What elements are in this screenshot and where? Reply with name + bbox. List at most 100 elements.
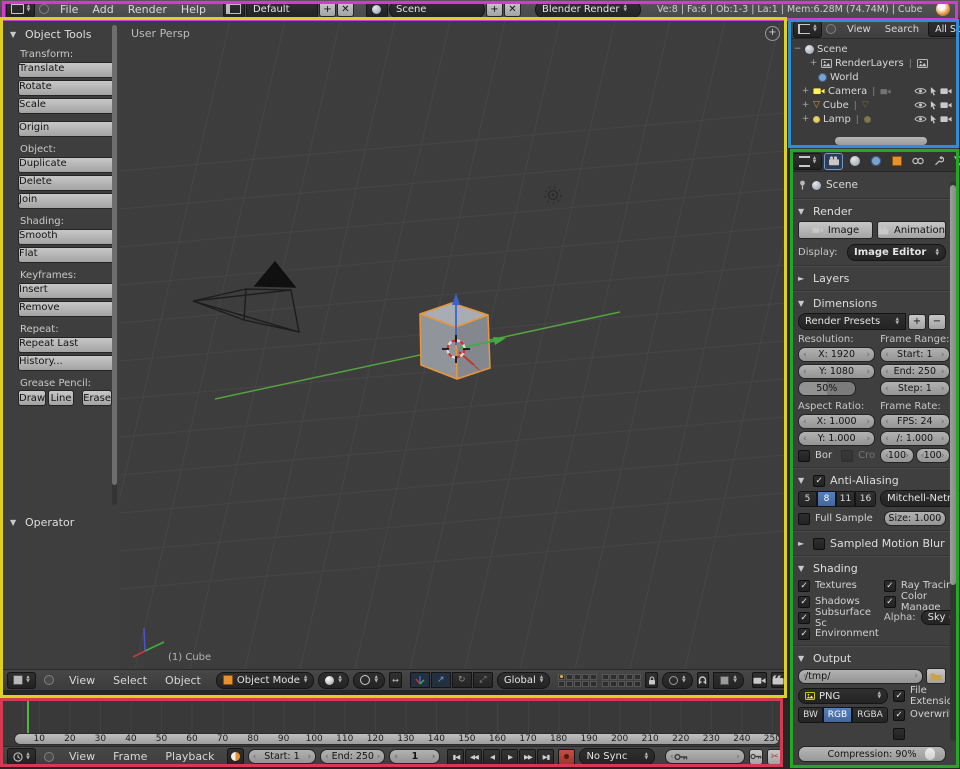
menu-view[interactable]: View <box>840 24 878 35</box>
lock-to-scene-toggle[interactable] <box>645 672 658 688</box>
expand-icon[interactable] <box>801 100 810 110</box>
browse-output-path-button[interactable] <box>926 668 946 684</box>
layer-cell-active[interactable] <box>558 674 565 680</box>
pivot-align-toggle[interactable]: ↔ <box>389 672 402 688</box>
outliner-row-world[interactable]: World <box>793 70 956 84</box>
frame-end-field[interactable]: End: 250 <box>880 364 949 379</box>
renderability-camera-icon[interactable] <box>940 101 952 109</box>
motion-blur-section-header[interactable]: Sampled Motion Blur <box>798 536 946 551</box>
pin-icon[interactable] <box>798 180 807 190</box>
visibility-eye-icon[interactable] <box>914 115 927 123</box>
menu-help[interactable]: Help <box>174 3 213 16</box>
screen-layout-icon-button[interactable] <box>223 1 245 18</box>
selectability-cursor-icon[interactable] <box>930 101 937 110</box>
display-mode-selector[interactable]: Image Editor <box>847 244 946 261</box>
expand-icon[interactable] <box>801 86 810 96</box>
y-axis-arrow[interactable] <box>493 337 506 345</box>
fps-field[interactable]: FPS: 24 <box>880 414 949 429</box>
pivot-point-selector[interactable] <box>353 672 385 689</box>
grease-line-button[interactable]: Line <box>48 390 74 406</box>
outliner-display-filter[interactable]: All Scenes <box>928 21 960 37</box>
render-image-button[interactable]: Image <box>798 221 873 239</box>
border-checkbox[interactable] <box>798 450 810 462</box>
outliner-row-camera[interactable]: Camera <box>793 84 956 98</box>
current-frame-marker[interactable] <box>27 699 29 733</box>
aa-size-field[interactable]: Size: 1.000 <box>884 511 946 526</box>
outliner-row-cube[interactable]: ▽ Cube ▽ <box>793 98 956 112</box>
repeat-last-button[interactable]: Repeat Last <box>18 337 116 353</box>
menu-playback[interactable]: Playback <box>158 750 221 763</box>
outliner-row-renderlayers[interactable]: RenderLayers <box>793 56 956 70</box>
render-presets-selector[interactable]: Render Presets <box>798 313 906 330</box>
opengl-render-button[interactable] <box>752 672 767 688</box>
rotate-button[interactable]: Rotate <box>18 80 116 96</box>
duplicate-button[interactable]: Duplicate <box>18 157 116 173</box>
shading-section-header[interactable]: Shading <box>798 561 946 576</box>
translate-manipulator-button[interactable]: ↗ <box>431 672 451 688</box>
aa-samples-11-button[interactable]: 11 <box>836 491 855 507</box>
time-remap-old-field[interactable]: 100 <box>880 448 914 463</box>
fps-base-field[interactable]: /: 1.000 <box>880 431 949 446</box>
header-collapse-dot[interactable] <box>44 752 54 762</box>
editor-type-button-info[interactable] <box>6 1 35 18</box>
outliner-row-scene[interactable]: Scene <box>793 42 956 56</box>
tab-scene[interactable] <box>845 153 864 170</box>
antialiasing-section-header[interactable]: Anti-Aliasing <box>798 473 946 488</box>
aspect-x-field[interactable]: X: 1.000 <box>798 414 875 429</box>
render-engine-selector[interactable]: Blender Render <box>535 1 641 18</box>
menu-view[interactable]: View <box>62 674 102 687</box>
render-animation-button[interactable]: Animation <box>877 221 946 239</box>
color-rgba-button[interactable]: RGBA <box>852 707 888 723</box>
object-tools-panel-header[interactable]: Object Tools <box>10 27 112 42</box>
compression-slider[interactable]: Compression: 90% <box>798 746 946 762</box>
visibility-eye-icon[interactable] <box>914 87 927 95</box>
menu-frame[interactable]: Frame <box>106 750 154 763</box>
timeline-ruler[interactable]: 1020304050607080901001101201301401501601… <box>2 699 782 746</box>
add-preset-button[interactable]: + <box>908 314 926 330</box>
menu-view[interactable]: View <box>62 750 102 763</box>
current-frame-field[interactable]: 1 <box>389 749 440 764</box>
manipulator-toggle-button[interactable] <box>410 672 430 688</box>
keying-set-field[interactable] <box>665 749 745 764</box>
record-button[interactable] <box>558 749 575 765</box>
expand-icon[interactable] <box>801 114 810 124</box>
slider-knob[interactable] <box>925 748 935 760</box>
full-sample-checkbox[interactable] <box>798 513 810 525</box>
color-manage-checkbox[interactable] <box>884 596 896 608</box>
tab-render[interactable] <box>824 153 843 170</box>
insert-keyframe-button[interactable]: Insert <box>18 283 116 299</box>
textures-checkbox[interactable] <box>798 580 810 592</box>
translate-button[interactable]: Translate <box>18 62 116 78</box>
tab-object[interactable] <box>887 153 906 170</box>
play-button[interactable]: ▶ <box>501 749 518 765</box>
frame-step-field[interactable]: Step: 1 <box>880 381 949 396</box>
collapse-icon[interactable] <box>793 44 802 54</box>
subsurface-checkbox[interactable] <box>798 612 810 624</box>
tab-world[interactable] <box>866 153 885 170</box>
editor-type-button-outliner[interactable] <box>793 21 822 38</box>
header-collapse-dot[interactable] <box>826 24 836 34</box>
renderability-camera-icon[interactable] <box>940 87 952 95</box>
menu-select[interactable]: Select <box>106 674 154 687</box>
properties-region-expand-button[interactable]: + <box>765 26 780 41</box>
z-axis-arrow[interactable] <box>452 293 460 305</box>
selectability-cursor-icon[interactable] <box>930 115 937 124</box>
viewport-shading-selector[interactable] <box>318 672 348 689</box>
scale-manipulator-button[interactable]: ⤢ <box>473 672 493 688</box>
file-format-selector[interactable]: PNG <box>798 688 888 704</box>
header-collapse-dot[interactable] <box>44 675 54 685</box>
tool-shelf-scrollbar[interactable] <box>112 25 117 505</box>
menu-search[interactable]: Search <box>878 24 926 35</box>
menu-render[interactable]: Render <box>121 3 174 16</box>
insert-keyframe-icon-button[interactable] <box>749 749 764 765</box>
frame-start-field[interactable]: Start: 1 <box>880 347 949 362</box>
delete-button[interactable]: Delete <box>18 175 116 191</box>
menu-file[interactable]: File <box>53 3 85 16</box>
close-layout-button[interactable]: ✕ <box>337 1 354 17</box>
play-reverse-button[interactable]: ◀ <box>483 749 500 765</box>
smooth-button[interactable]: Smooth <box>18 229 116 245</box>
scale-button[interactable]: Scale <box>18 98 116 114</box>
properties-scrollbar[interactable] <box>950 181 956 741</box>
shadows-checkbox[interactable] <box>798 596 810 608</box>
remove-preset-button[interactable]: − <box>928 314 946 330</box>
